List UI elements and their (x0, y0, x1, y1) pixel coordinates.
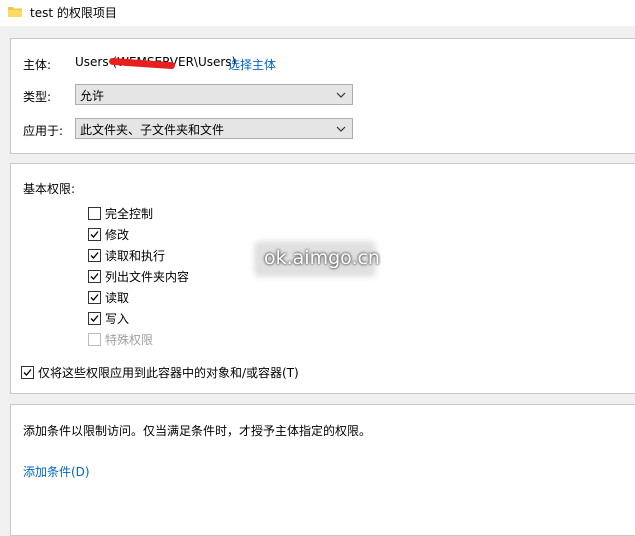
check-icon (90, 315, 99, 322)
check-icon (90, 273, 99, 280)
check-icon (23, 369, 32, 376)
checkbox (88, 333, 101, 346)
add-condition-link[interactable]: 添加条件(D) (23, 463, 90, 480)
permission-label: 读取和执行 (105, 249, 166, 263)
permission-label: 完全控制 (105, 207, 154, 221)
type-select-value: 允许 (80, 89, 105, 103)
checkbox[interactable] (21, 366, 34, 379)
checkbox[interactable] (88, 291, 101, 304)
permissions-heading: 基本权限: (23, 182, 76, 196)
principal-panel: 主体: Users (WEMSERVER\Users) 选择主体 类型: 允许 … (10, 38, 635, 154)
applies-to-select-value: 此文件夹、子文件夹和文件 (80, 123, 225, 137)
folder-icon (8, 7, 22, 17)
check-icon (90, 294, 99, 301)
checkbox[interactable] (88, 228, 101, 241)
apply-only-label: 仅将这些权限应用到此容器中的对象和/或容器(T) (38, 366, 299, 380)
permission-label: 修改 (105, 228, 130, 242)
checkbox[interactable] (88, 207, 101, 220)
checkbox[interactable] (88, 270, 101, 283)
type-label: 类型: (23, 90, 52, 104)
window-title: test 的权限项目 (30, 6, 117, 20)
applies-to-label: 应用于: (23, 124, 64, 138)
type-select[interactable]: 允许 (75, 84, 353, 105)
applies-to-select[interactable]: 此文件夹、子文件夹和文件 (75, 118, 353, 139)
principal-label: 主体: (23, 58, 52, 72)
permission-label: 写入 (105, 312, 130, 326)
checkbox[interactable] (88, 249, 101, 262)
checkbox[interactable] (88, 312, 101, 325)
permission-label: 读取 (105, 291, 130, 305)
permissions-panel: 基本权限: 完全控制 修改 读取和执行 列出文件夹内容 读取 写入 特殊权限 仅… (10, 163, 635, 394)
conditions-panel: 添加条件以限制访问。仅当满足条件时，才授予主体指定的权限。 添加条件(D) (10, 404, 635, 536)
title-bar: test 的权限项目 (0, 0, 635, 26)
watermark: ok.aimgo.cn (264, 247, 380, 269)
check-icon (90, 252, 99, 259)
chevron-down-icon (336, 126, 346, 132)
select-principal-link[interactable]: 选择主体 (228, 56, 276, 73)
conditions-description: 添加条件以限制访问。仅当满足条件时，才授予主体指定的权限。 (23, 424, 372, 438)
permission-label: 特殊权限 (105, 333, 154, 347)
chevron-down-icon (336, 92, 346, 98)
permission-label: 列出文件夹内容 (105, 270, 190, 284)
principal-value-wrap: Users (WEMSERVER\Users) (75, 55, 236, 70)
check-icon (90, 231, 99, 238)
